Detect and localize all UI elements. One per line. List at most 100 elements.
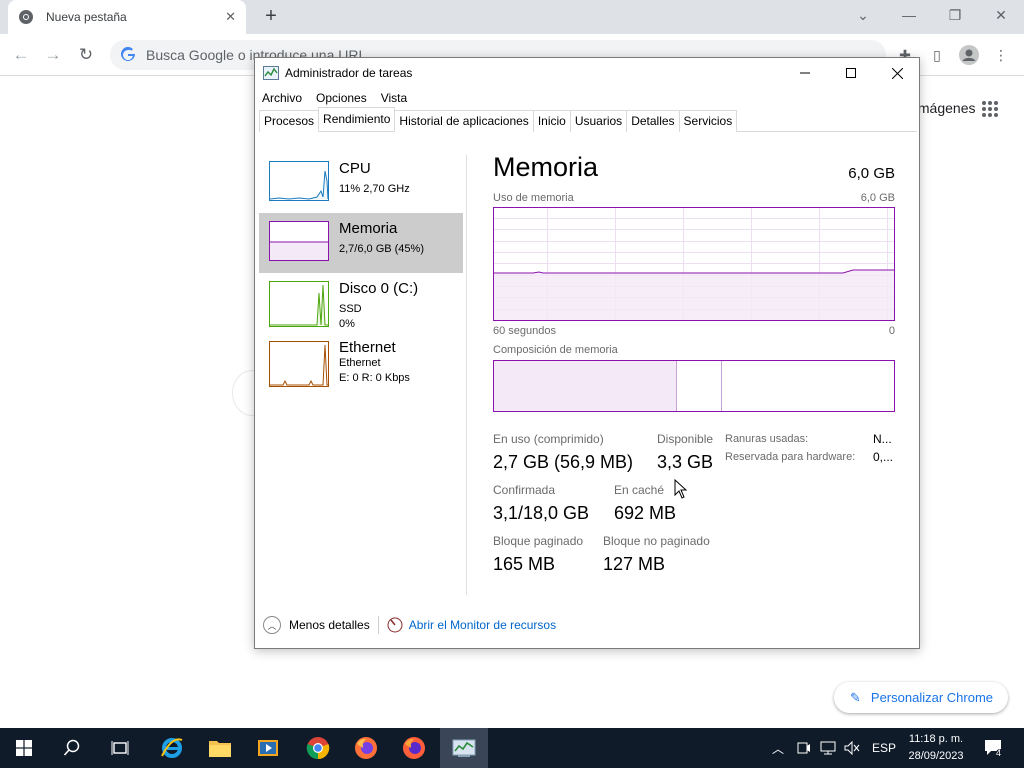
tab-procesos[interactable]: Procesos bbox=[259, 110, 320, 132]
customize-chrome-label: Personalizar Chrome bbox=[870, 690, 994, 705]
in-use-value: 2,7 GB (56,9 MB) bbox=[493, 452, 634, 472]
tab-usuarios[interactable]: Usuarios bbox=[569, 110, 628, 132]
language-indicator[interactable]: ESP bbox=[872, 728, 896, 768]
sidebar-cpu-stat: 11% 2,70 GHz bbox=[339, 183, 410, 195]
task-manager-tabs: Procesos Rendimiento Historial de aplica… bbox=[259, 107, 917, 132]
graph-time-left: 60 segundos bbox=[493, 325, 556, 337]
action-center-icon[interactable]: 4 bbox=[984, 728, 1004, 768]
chrome-favicon-icon bbox=[19, 10, 33, 24]
sidebar-item-ethernet[interactable]: Ethernet Ethernet E: 0 R: 0 Kbps bbox=[259, 333, 463, 399]
fewer-details-button[interactable]: ︿ Menos detalles bbox=[263, 616, 370, 634]
fewer-details-label: Menos detalles bbox=[289, 618, 370, 632]
search-icon[interactable] bbox=[48, 728, 96, 768]
google-g-icon bbox=[121, 47, 135, 61]
composition-label: Composición de memoria bbox=[493, 344, 618, 356]
tab-rendimiento[interactable]: Rendimiento bbox=[318, 107, 396, 131]
resource-monitor-link[interactable]: Abrir el Monitor de recursos bbox=[387, 617, 556, 633]
in-use-label: En uso (comprimido) bbox=[493, 432, 604, 446]
cpu-mini-graph bbox=[269, 161, 329, 201]
taskbar-clock[interactable]: 11:18 p. m. 28/09/2023 bbox=[900, 731, 972, 765]
sidebar-ethernet-stat: E: 0 R: 0 Kbps bbox=[339, 372, 410, 384]
forward-icon[interactable]: → bbox=[40, 43, 66, 67]
memory-usage-graph bbox=[493, 207, 895, 321]
tm-close-icon[interactable] bbox=[874, 58, 920, 88]
memory-composition-bar bbox=[493, 360, 895, 412]
side-panel-icon[interactable]: ▯ bbox=[924, 42, 950, 68]
sidebar-disco-type: SSD bbox=[339, 303, 362, 315]
panel-divider bbox=[466, 155, 467, 595]
tm-maximize-icon[interactable] bbox=[828, 58, 874, 88]
task-manager-title: Administrador de tareas bbox=[285, 66, 413, 80]
sidebar-item-disco[interactable]: Disco 0 (C:) SSD 0% bbox=[259, 273, 463, 333]
task-manager-taskbar-icon[interactable] bbox=[440, 728, 488, 768]
start-button-icon[interactable] bbox=[0, 728, 48, 768]
profile-avatar-icon[interactable] bbox=[956, 42, 982, 68]
windows-taskbar: ︿ ESP 11:18 p. m. 28/09/2023 4 bbox=[0, 728, 1024, 768]
tab-servicios[interactable]: Servicios bbox=[678, 110, 738, 132]
browser-tabstrip: Nueva pestaña ✕ + ⌄ — ❐ ✕ bbox=[0, 0, 1024, 34]
sidebar-item-memoria[interactable]: Memoria 2,7/6,0 GB (45%) bbox=[259, 213, 463, 273]
back-icon[interactable]: ← bbox=[8, 43, 34, 67]
cached-value: 692 MB bbox=[614, 503, 677, 523]
mouse-cursor-icon bbox=[674, 479, 688, 499]
paged-pool-label: Bloque paginado bbox=[493, 534, 584, 548]
performance-sidebar: CPU 11% 2,70 GHz Memoria 2,7/6,0 GB (45%… bbox=[259, 153, 463, 399]
chevron-up-icon: ︿ bbox=[263, 616, 281, 634]
sidebar-ethernet-adapter: Ethernet bbox=[339, 357, 381, 369]
ethernet-mini-graph bbox=[269, 341, 329, 387]
usage-graph-max: 6,0 GB bbox=[860, 192, 895, 204]
media-app-icon[interactable] bbox=[244, 728, 292, 768]
memory-title: Memoria bbox=[493, 152, 599, 182]
usage-graph-label: Uso de memoria bbox=[493, 192, 574, 204]
sidebar-item-cpu[interactable]: CPU 11% 2,70 GHz bbox=[259, 153, 463, 213]
slots-value: N... bbox=[873, 432, 892, 446]
file-explorer-icon[interactable] bbox=[196, 728, 244, 768]
minimize-icon[interactable]: — bbox=[886, 0, 932, 30]
restore-icon[interactable]: ❐ bbox=[932, 0, 978, 30]
google-apps-icon[interactable] bbox=[981, 100, 999, 118]
sidebar-disco-name: Disco 0 (C:) bbox=[339, 280, 419, 297]
tab-search-icon[interactable]: ⌄ bbox=[840, 0, 886, 30]
tab-inicio[interactable]: Inicio bbox=[532, 110, 571, 132]
internet-explorer-icon[interactable] bbox=[148, 728, 196, 768]
reload-icon[interactable]: ↻ bbox=[73, 43, 99, 67]
tm-minimize-icon[interactable] bbox=[782, 58, 828, 88]
network-icon[interactable] bbox=[820, 728, 836, 768]
resource-monitor-label: Abrir el Monitor de recursos bbox=[408, 618, 557, 632]
volume-muted-icon[interactable] bbox=[844, 728, 860, 768]
close-window-icon[interactable]: ✕ bbox=[978, 0, 1024, 30]
reserved-label: Reservada para hardware: bbox=[725, 451, 856, 463]
new-tab-button[interactable]: + bbox=[260, 5, 282, 27]
paged-pool-value: 165 MB bbox=[493, 554, 556, 574]
tab-close-icon[interactable]: ✕ bbox=[225, 9, 236, 25]
browser-tab[interactable]: Nueva pestaña ✕ bbox=[8, 0, 246, 34]
nonpaged-pool-value: 127 MB bbox=[603, 554, 666, 574]
chrome-menu-icon[interactable]: ⋮ bbox=[988, 42, 1014, 68]
menu-archivo[interactable]: Archivo bbox=[255, 88, 309, 110]
tab-detalles[interactable]: Detalles bbox=[626, 110, 680, 132]
task-manager-app-icon bbox=[263, 66, 279, 80]
cached-label: En caché bbox=[614, 483, 665, 497]
in-use-segment bbox=[494, 361, 676, 411]
clock-time: 11:18 p. m. bbox=[908, 733, 964, 745]
customize-chrome-button[interactable]: ✎ Personalizar Chrome bbox=[834, 682, 1008, 713]
tab-historial[interactable]: Historial de aplicaciones bbox=[394, 110, 534, 132]
firefox-icon[interactable] bbox=[342, 728, 390, 768]
committed-value: 3,1/18,0 GB bbox=[493, 503, 590, 523]
tray-overflow-icon[interactable]: ︿ bbox=[772, 728, 784, 768]
footer-divider bbox=[377, 616, 379, 634]
sidebar-memoria-stat: 2,7/6,0 GB (45%) bbox=[339, 243, 424, 255]
memory-total: 6,0 GB bbox=[848, 165, 895, 182]
graph-time-right: 0 bbox=[888, 325, 895, 337]
task-view-icon[interactable] bbox=[96, 728, 144, 768]
reserved-value: 0,... bbox=[873, 450, 894, 464]
resource-monitor-icon bbox=[387, 617, 403, 633]
meet-now-icon[interactable] bbox=[797, 728, 811, 768]
chrome-taskbar-icon[interactable] bbox=[294, 728, 342, 768]
disk-mini-graph bbox=[269, 281, 329, 327]
task-manager-footer: ︿ Menos detalles Abrir el Monitor de rec… bbox=[263, 614, 556, 636]
firefox-dev-icon[interactable] bbox=[390, 728, 438, 768]
images-link[interactable]: Imágenes bbox=[914, 100, 975, 116]
sidebar-disco-stat: 0% bbox=[339, 318, 355, 330]
clock-date: 28/09/2023 bbox=[908, 750, 964, 762]
